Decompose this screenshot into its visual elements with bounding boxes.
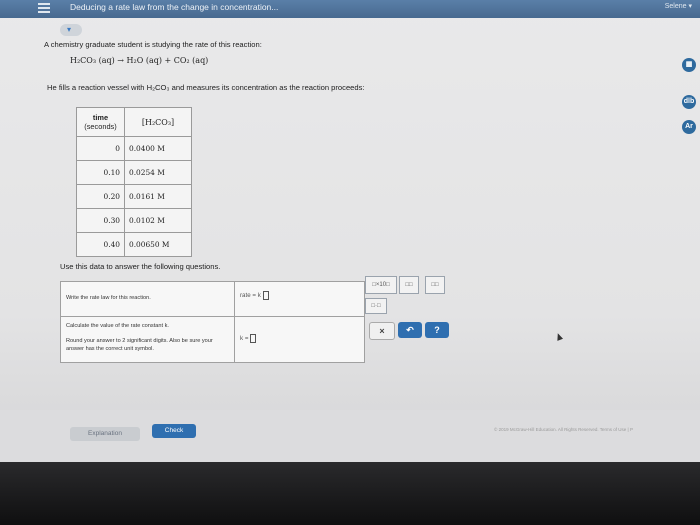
table-row: 0.30 0.0102 M bbox=[76, 208, 192, 233]
table-row: 0.20 0.0161 M bbox=[76, 184, 192, 209]
scientific-notation-tool[interactable]: □×10□ bbox=[365, 276, 397, 294]
clear-button[interactable]: × bbox=[369, 322, 395, 340]
rate-constant-input[interactable] bbox=[250, 334, 257, 343]
rate-law-input[interactable] bbox=[262, 291, 269, 300]
check-button[interactable]: Check bbox=[152, 424, 196, 438]
data-chart-icon[interactable]: dlb bbox=[682, 95, 696, 109]
header-concentration: [H₂CO₃] bbox=[124, 107, 192, 137]
dark-bezel bbox=[0, 462, 700, 525]
help-button[interactable]: ? bbox=[425, 322, 449, 338]
reaction-equation: H₂CO₃ (aq) → H₂O (aq) + CO₂ (aq) bbox=[70, 56, 209, 65]
undo-button[interactable]: ↶ bbox=[398, 322, 422, 338]
table-header-row: time (seconds) [H₂CO₃] bbox=[76, 107, 192, 137]
table-row: 0.40 0.00650 M bbox=[76, 232, 192, 257]
question-rate-law: Write the rate law for this reaction. bbox=[66, 295, 151, 301]
collapse-toggle[interactable]: ▾ bbox=[60, 24, 82, 36]
menu-icon[interactable] bbox=[38, 3, 50, 14]
divider bbox=[61, 316, 364, 317]
table-row: 0 0.0400 M bbox=[76, 136, 192, 161]
copyright-text: © 2019 McGraw-Hill Education. All Rights… bbox=[494, 427, 633, 432]
rate-law-answer[interactable]: rate = k bbox=[240, 291, 269, 300]
chevron-down-icon: ▾ bbox=[67, 25, 72, 34]
question-box: Write the rate law for this reaction. Ca… bbox=[60, 281, 365, 363]
subscript-tool[interactable]: □□ bbox=[399, 276, 419, 294]
assignment-title: Deducing a rate law from the change in c… bbox=[70, 2, 279, 12]
rate-constant-label: k = bbox=[240, 335, 249, 343]
superscript-tool[interactable]: □□ bbox=[425, 276, 445, 294]
multiply-tool[interactable]: □·□ bbox=[365, 298, 387, 314]
question-rate-constant: Calculate the value of the rate constant… bbox=[66, 323, 169, 329]
table-row: 0.10 0.0254 M bbox=[76, 160, 192, 185]
rate-law-label: rate = k bbox=[240, 292, 261, 300]
periodic-table-icon[interactable]: Ar bbox=[682, 120, 696, 134]
concentration-table: time (seconds) [H₂CO₃] 0 0.0400 M 0.10 0.02… bbox=[76, 107, 192, 257]
calculator-icon[interactable]: ▦ bbox=[682, 58, 696, 72]
divider bbox=[234, 282, 235, 362]
use-data-instruction: Use this data to answer the following qu… bbox=[60, 262, 221, 271]
header-time: time (seconds) bbox=[76, 107, 125, 137]
rounding-instruction: Round your answer to 2 significant digit… bbox=[66, 338, 213, 352]
problem-setup: He fills a reaction vessel with H₂CO₃ an… bbox=[47, 83, 365, 92]
user-menu[interactable]: Selene ▾ bbox=[665, 2, 692, 10]
rate-constant-answer[interactable]: k = bbox=[240, 334, 257, 343]
explanation-button[interactable]: Explanation bbox=[70, 427, 140, 441]
problem-intro: A chemistry graduate student is studying… bbox=[44, 40, 262, 49]
top-bar: Deducing a rate law from the change in c… bbox=[0, 0, 700, 18]
mouse-cursor bbox=[554, 332, 564, 341]
screen: Deducing a rate law from the change in c… bbox=[0, 0, 700, 525]
